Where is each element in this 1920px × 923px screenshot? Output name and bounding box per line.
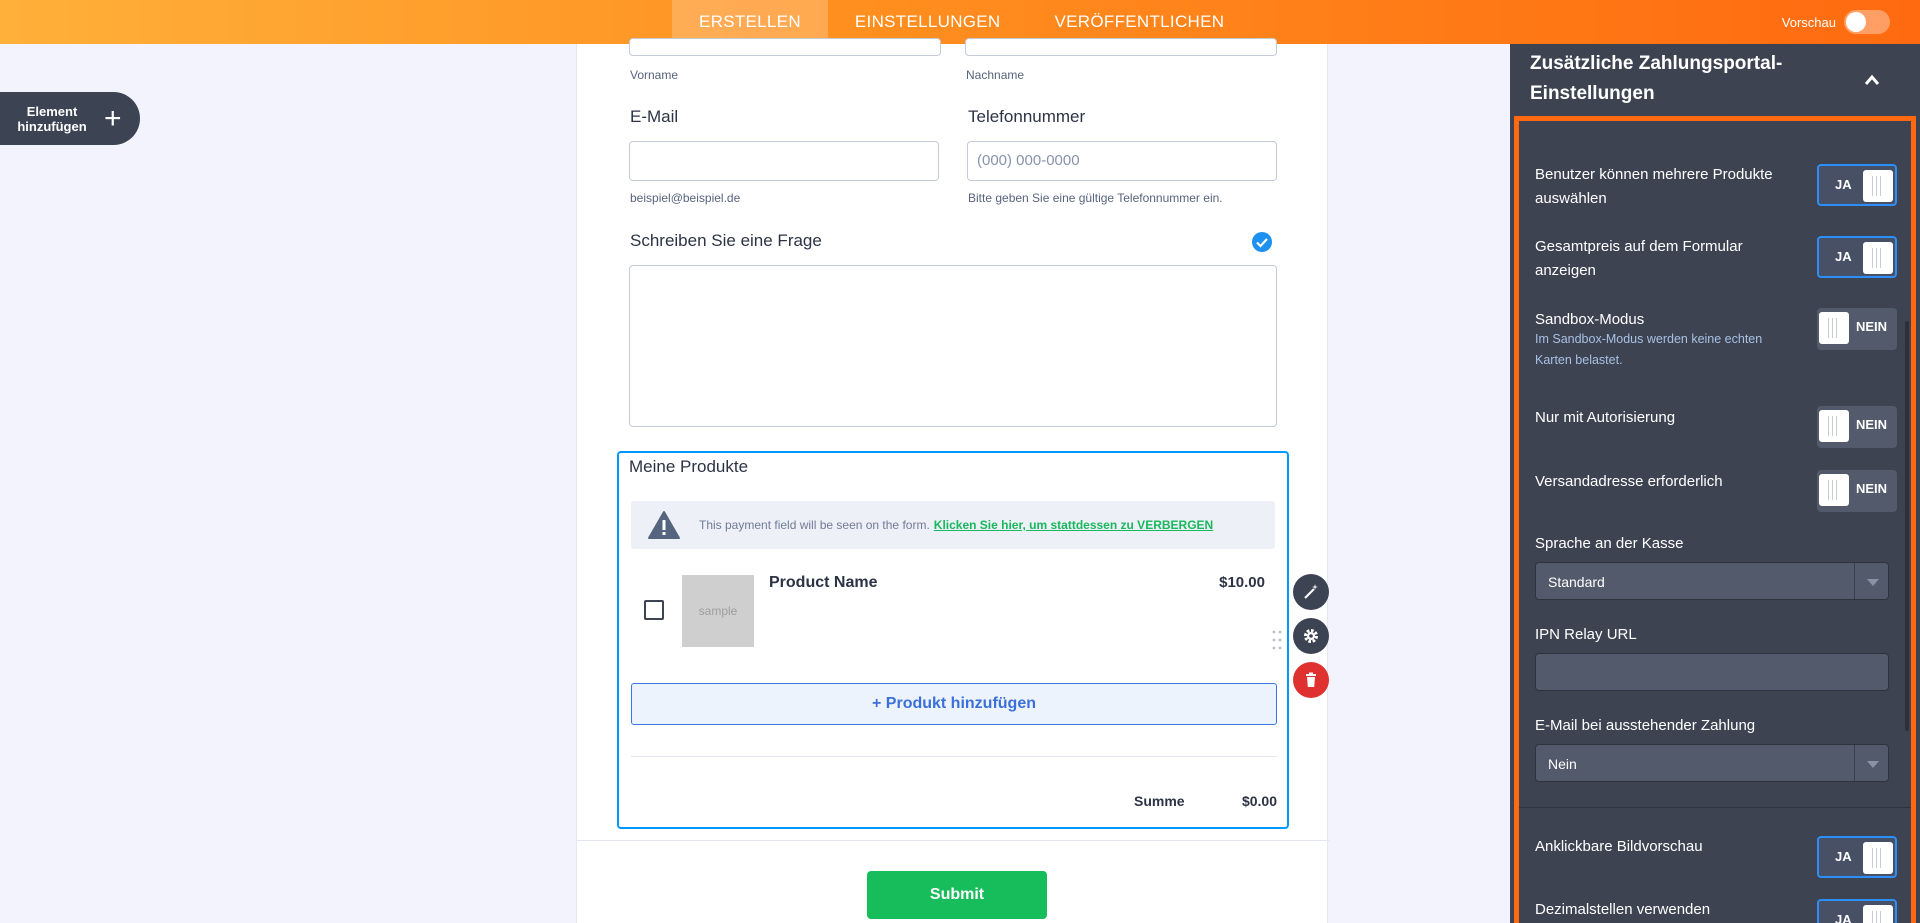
image-preview-toggle[interactable]: JA (1817, 836, 1897, 878)
panel-settings: Benutzer können mehrere Produkte auswähl… (1514, 116, 1916, 923)
phone-label: Telefonnummer (968, 107, 1086, 126)
product-list-field[interactable]: Meine Produkte This payment field will b… (617, 451, 1289, 829)
toggle-knob (1819, 474, 1849, 506)
top-navigation-bar: ERSTELLEN EINSTELLUNGEN VERÖFFENTLICHEN … (0, 0, 1920, 44)
preview-label: Vorschau (1781, 14, 1836, 30)
toggle-state: NEIN (1856, 481, 1888, 496)
add-element-label-line1: Element (26, 103, 78, 119)
product-thumbnail: sample (682, 575, 754, 647)
settings-gear-button[interactable] (1293, 618, 1329, 654)
total-value: $0.00 (1241, 793, 1277, 809)
product-list-title: Meine Produkte (629, 457, 749, 476)
image-preview-label: Anklickbare Bildvorschau (1535, 838, 1703, 855)
pending-email-label: E-Mail bei ausstehender Zahlung (1535, 717, 1756, 734)
toggle-state: NEIN (1856, 319, 1888, 334)
panel-scrollbar[interactable] (1905, 321, 1909, 731)
payment-notice-text: This payment field will be seen on the f… (699, 518, 930, 532)
setting-show-total-toggle[interactable]: JA (1817, 236, 1897, 278)
preview-control: Vorschau (1782, 10, 1890, 34)
toggle-state: JA (1835, 912, 1852, 923)
total-label: Summe (1134, 793, 1185, 809)
submit-divider (577, 840, 1329, 841)
chevron-down-icon (1854, 563, 1888, 599)
toggle-knob (1863, 842, 1893, 874)
ipn-relay-input[interactable] (1535, 653, 1889, 691)
setting-sandbox-description: Im Sandbox-Modus werden keine echten Kar… (1535, 332, 1763, 367)
panel-divider (1519, 807, 1911, 808)
plus-icon: + (104, 101, 122, 135)
setting-multiple-products-label: Benutzer können mehrere Produkte auswähl… (1535, 166, 1773, 207)
add-element-button[interactable]: Element hinzufügen + (0, 92, 140, 145)
toggle-state: JA (1835, 177, 1852, 192)
preview-toggle-knob (1846, 12, 1866, 32)
setting-authorization-label: Nur mit Autorisierung (1535, 409, 1676, 426)
checkout-language-value: Standard (1548, 574, 1605, 590)
toggle-knob (1819, 312, 1849, 344)
setting-authorization-toggle[interactable]: NEIN (1817, 406, 1897, 448)
decimals-label: Dezimalstellen verwenden (1535, 901, 1711, 918)
panel-title: Zusätzliche Zahlungsportal-Einstellungen (1530, 53, 1783, 104)
product-name: Product Name (769, 574, 878, 591)
email-sublabel: beispiel@beispiel.de (630, 191, 741, 205)
chevron-up-icon[interactable] (1864, 74, 1880, 86)
product-price: $10.00 (1219, 574, 1265, 591)
phone-sublabel: Bitte geben Sie eine gültige Telefonnumm… (968, 191, 1223, 205)
gear-icon (1304, 629, 1318, 643)
first-name-sublabel: Vorname (630, 68, 679, 82)
trash-icon (1306, 672, 1316, 687)
warning-icon (648, 511, 680, 539)
pending-email-select[interactable]: Nein (1535, 744, 1889, 782)
delete-button[interactable] (1293, 662, 1329, 698)
last-name-sublabel: Nachname (966, 68, 1025, 82)
email-label: E-Mail (630, 107, 679, 126)
pending-email-value: Nein (1548, 756, 1577, 772)
toggle-knob (1863, 170, 1893, 202)
toggle-knob (1863, 242, 1893, 274)
first-name-input[interactable] (629, 38, 941, 56)
question-label: Schreiben Sie eine Frage (630, 231, 822, 250)
add-product-button[interactable]: + Produkt hinzufügen (631, 683, 1277, 725)
setting-shipping-label: Versandadresse erforderlich (1535, 473, 1723, 490)
magic-wand-icon (1304, 584, 1318, 599)
payment-notice: This payment field will be seen on the f… (631, 501, 1275, 549)
last-name-input[interactable] (965, 38, 1277, 56)
magic-wand-button[interactable] (1293, 574, 1329, 610)
decimals-toggle[interactable]: JA (1817, 899, 1897, 923)
drag-handle-icon[interactable] (1271, 629, 1283, 651)
add-element-label: Element hinzufügen (0, 104, 104, 134)
panel-header: Zusätzliche Zahlungsportal-Einstellungen (1510, 44, 1920, 116)
toggle-knob (1819, 410, 1849, 442)
toggle-state: JA (1835, 249, 1852, 264)
toggle-state: NEIN (1856, 417, 1888, 432)
setting-shipping-toggle[interactable]: NEIN (1817, 470, 1897, 512)
preview-toggle[interactable] (1844, 10, 1890, 34)
question-textarea[interactable] (629, 265, 1277, 427)
setting-show-total-label: Gesamtpreis auf dem Formular anzeigen (1535, 238, 1743, 279)
phone-placeholder: (000) 000-0000 (977, 152, 1080, 169)
hide-payment-link[interactable]: Klicken Sie hier, um stattdessen zu VERB… (934, 518, 1213, 532)
setting-multiple-products-toggle[interactable]: JA (1817, 164, 1897, 206)
toggle-state: JA (1835, 849, 1852, 864)
add-element-label-line2: hinzufügen (17, 118, 87, 134)
required-check-icon[interactable] (1251, 231, 1273, 253)
submit-button[interactable]: Submit (867, 871, 1047, 919)
ipn-relay-label: IPN Relay URL (1535, 626, 1637, 643)
chevron-down-icon (1854, 745, 1888, 781)
product-checkbox[interactable] (644, 600, 664, 620)
toggle-knob (1863, 905, 1893, 923)
email-field[interactable] (629, 141, 939, 181)
products-divider (631, 756, 1277, 757)
setting-sandbox-toggle[interactable]: NEIN (1817, 308, 1897, 350)
checkout-language-select[interactable]: Standard (1535, 562, 1889, 600)
properties-panel: Zusätzliche Zahlungsportal-Einstellungen… (1510, 44, 1920, 923)
checkout-language-label: Sprache an der Kasse (1535, 535, 1684, 552)
form-canvas: Vorname Nachname E-Mail Telefonnummer (0… (576, 38, 1329, 923)
